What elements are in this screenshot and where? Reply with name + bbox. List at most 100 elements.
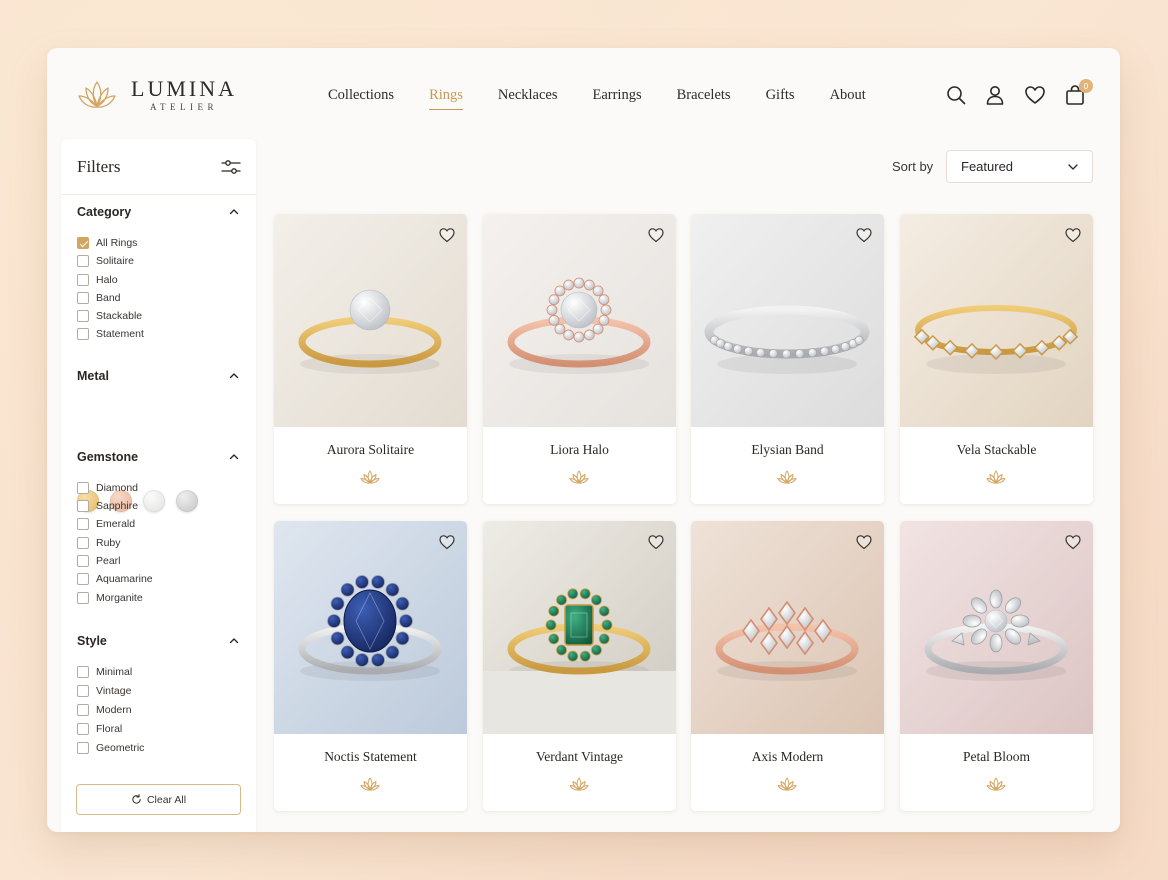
product-name[interactable]: Axis Modern xyxy=(691,749,884,765)
checkbox[interactable] xyxy=(77,310,89,322)
style-option-minimal[interactable]: Minimal xyxy=(77,666,132,678)
gemstone-option-diamond[interactable]: Diamond xyxy=(77,482,138,494)
checkbox[interactable] xyxy=(77,723,89,735)
nav-gifts[interactable]: Gifts xyxy=(766,87,795,110)
favorite-heart-icon[interactable] xyxy=(1064,533,1082,551)
filters-panel: Filters Category All Rings Solitaire Hal… xyxy=(61,139,256,832)
lotus-icon xyxy=(986,470,1006,484)
category-option-solitaire[interactable]: Solitaire xyxy=(77,255,134,267)
wishlist-icon[interactable] xyxy=(1024,84,1046,106)
style-section-title: Style xyxy=(77,634,107,648)
style-option-vintage[interactable]: Vintage xyxy=(77,685,131,697)
clear-all-button[interactable]: Clear All xyxy=(76,784,241,815)
product-card[interactable]: Noctis Statement xyxy=(274,521,467,811)
product-image[interactable] xyxy=(483,521,676,734)
lotus-icon xyxy=(777,777,797,791)
nav-rings[interactable]: Rings xyxy=(429,87,463,110)
favorite-heart-icon[interactable] xyxy=(647,226,665,244)
gemstone-option-pearl[interactable]: Pearl xyxy=(77,555,121,567)
checkbox[interactable] xyxy=(77,274,89,286)
metal-swatch-white-gold[interactable] xyxy=(143,490,165,512)
metal-chevron-up-icon[interactable] xyxy=(229,371,239,381)
category-option-all-rings[interactable]: All Rings xyxy=(77,237,137,249)
nav-necklaces[interactable]: Necklaces xyxy=(498,87,558,110)
product-name[interactable]: Liora Halo xyxy=(483,442,676,458)
nav-earrings[interactable]: Earrings xyxy=(592,87,641,110)
style-option-modern[interactable]: Modern xyxy=(77,704,132,716)
checkbox[interactable] xyxy=(77,482,89,494)
checkbox[interactable] xyxy=(77,666,89,678)
gemstone-option-aquamarine[interactable]: Aquamarine xyxy=(77,573,153,585)
checkbox[interactable] xyxy=(77,500,89,512)
brand-logo[interactable]: LUMINA ATELIER xyxy=(77,78,237,112)
lotus-icon xyxy=(569,470,589,484)
product-image[interactable] xyxy=(691,214,884,427)
metal-swatch-platinum[interactable] xyxy=(176,490,198,512)
product-card[interactable]: Vela Stackable xyxy=(900,214,1093,504)
checkbox[interactable] xyxy=(77,237,89,249)
lotus-icon xyxy=(986,777,1006,791)
checkbox[interactable] xyxy=(77,742,89,754)
category-option-stackable[interactable]: Stackable xyxy=(77,310,142,322)
product-name[interactable]: Elysian Band xyxy=(691,442,884,458)
nav-collections[interactable]: Collections xyxy=(328,87,394,110)
product-image[interactable] xyxy=(900,521,1093,734)
favorite-heart-icon[interactable] xyxy=(438,226,456,244)
gemstone-option-ruby[interactable]: Ruby xyxy=(77,537,121,549)
product-image[interactable] xyxy=(483,214,676,427)
main-nav: Collections Rings Necklaces Earrings Bra… xyxy=(328,87,866,110)
checkbox[interactable] xyxy=(77,685,89,697)
lotus-logo-icon xyxy=(78,81,116,108)
checkbox[interactable] xyxy=(77,537,89,549)
favorite-heart-icon[interactable] xyxy=(855,533,873,551)
user-icon[interactable] xyxy=(984,84,1006,106)
checkbox[interactable] xyxy=(77,328,89,340)
product-card[interactable]: Petal Bloom xyxy=(900,521,1093,811)
gemstone-chevron-up-icon[interactable] xyxy=(229,452,239,462)
product-card[interactable]: Aurora Solitaire xyxy=(274,214,467,504)
checkbox[interactable] xyxy=(77,292,89,304)
product-name[interactable]: Petal Bloom xyxy=(900,749,1093,765)
product-image[interactable] xyxy=(691,521,884,734)
product-name[interactable]: Aurora Solitaire xyxy=(274,442,467,458)
cart-icon[interactable]: 0 xyxy=(1064,79,1093,106)
favorite-heart-icon[interactable] xyxy=(438,533,456,551)
favorite-heart-icon[interactable] xyxy=(1064,226,1082,244)
gemstone-section-title: Gemstone xyxy=(77,450,139,464)
product-image[interactable] xyxy=(900,214,1093,427)
favorite-heart-icon[interactable] xyxy=(647,533,665,551)
product-name[interactable]: Noctis Statement xyxy=(274,749,467,765)
nav-about[interactable]: About xyxy=(830,87,866,110)
sort-select[interactable]: Featured xyxy=(946,150,1093,183)
product-card[interactable]: Liora Halo xyxy=(483,214,676,504)
category-chevron-up-icon[interactable] xyxy=(229,207,239,217)
sliders-icon[interactable] xyxy=(221,159,241,180)
product-image[interactable] xyxy=(274,521,467,734)
checkbox[interactable] xyxy=(77,704,89,716)
gemstone-option-sapphire[interactable]: Sapphire xyxy=(77,500,138,512)
category-option-band[interactable]: Band xyxy=(77,292,121,304)
checkbox[interactable] xyxy=(77,555,89,567)
lotus-icon xyxy=(777,470,797,484)
product-name[interactable]: Vela Stackable xyxy=(900,442,1093,458)
checkbox[interactable] xyxy=(77,518,89,530)
category-option-halo[interactable]: Halo xyxy=(77,274,118,286)
checkbox[interactable] xyxy=(77,255,89,267)
style-chevron-up-icon[interactable] xyxy=(229,636,239,646)
category-option-statement[interactable]: Statement xyxy=(77,328,144,340)
refresh-icon xyxy=(132,794,141,804)
gemstone-option-emerald[interactable]: Emerald xyxy=(77,518,135,530)
favorite-heart-icon[interactable] xyxy=(855,226,873,244)
nav-bracelets[interactable]: Bracelets xyxy=(677,87,731,110)
product-name[interactable]: Verdant Vintage xyxy=(483,749,676,765)
checkbox[interactable] xyxy=(77,573,89,585)
checkbox[interactable] xyxy=(77,592,89,604)
product-card[interactable]: Axis Modern xyxy=(691,521,884,811)
style-option-geometric[interactable]: Geometric xyxy=(77,742,144,754)
product-card[interactable]: Verdant Vintage xyxy=(483,521,676,811)
gemstone-option-morganite[interactable]: Morganite xyxy=(77,592,143,604)
product-card[interactable]: Elysian Band xyxy=(691,214,884,504)
style-option-floral[interactable]: Floral xyxy=(77,723,122,735)
product-image[interactable] xyxy=(274,214,467,427)
search-icon[interactable] xyxy=(945,84,967,106)
